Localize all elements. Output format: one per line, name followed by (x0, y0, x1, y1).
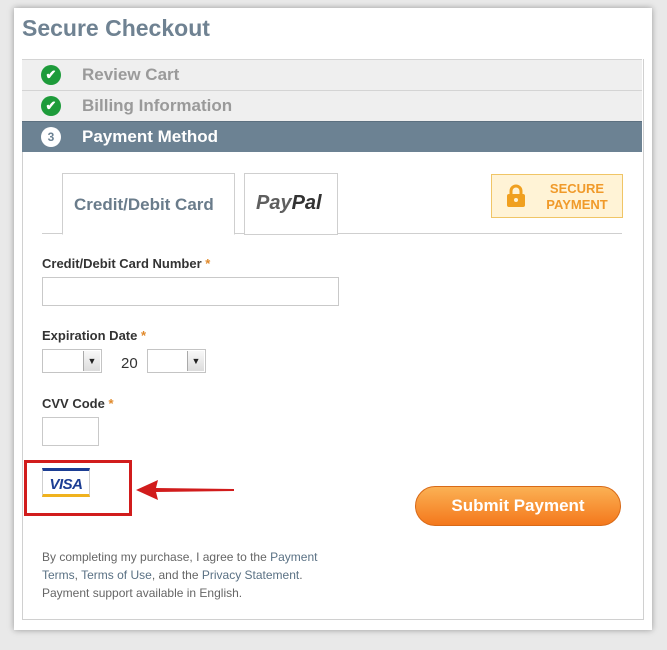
page-title: Secure Checkout (22, 15, 210, 41)
tab-paypal[interactable]: PayPal (244, 173, 338, 235)
secure-label: SECURE (549, 181, 605, 196)
submit-payment-button[interactable]: Submit Payment (415, 486, 621, 526)
chevron-down-icon: ▼ (83, 351, 100, 371)
support-text: Payment support available in English. (42, 586, 243, 600)
cvv-input[interactable] (42, 417, 99, 446)
expiration-date-label: Expiration Date * (42, 328, 147, 343)
check-icon: ✔ (41, 96, 61, 116)
arrow-icon (136, 480, 234, 500)
step-label: Billing Information (82, 96, 233, 115)
tab-label: Credit/Debit Card (74, 195, 214, 214)
privacy-statement-link[interactable]: Privacy Statement (202, 568, 299, 582)
terms-of-use-link[interactable]: Terms of Use (81, 568, 152, 582)
step-label: Payment Method (82, 127, 219, 146)
legal-text: By completing my purchase, I agree to th… (42, 550, 318, 600)
expiration-month-select[interactable]: ▼ (42, 349, 102, 373)
cvv-label: CVV Code * (42, 396, 114, 411)
year-prefix: 20 (121, 355, 138, 372)
card-number-label: Credit/Debit Card Number * (42, 256, 211, 271)
card-number-input[interactable] (42, 277, 339, 306)
expiration-year-select[interactable]: ▼ (147, 349, 206, 373)
lock-icon (507, 184, 525, 207)
chevron-down-icon: ▼ (187, 351, 204, 371)
payment-label: PAYMENT (546, 197, 608, 212)
step-payment-method: 3 Payment Method (22, 121, 642, 152)
step-number-badge: 3 (41, 127, 61, 147)
secure-payment-badge: SECURE PAYMENT (491, 174, 623, 218)
step-label: Review Cart (82, 65, 180, 84)
tab-credit-debit-card[interactable]: Credit/Debit Card (62, 173, 235, 235)
paypal-logo: PayPal (256, 192, 322, 214)
step-review-cart[interactable]: ✔ Review Cart (22, 59, 642, 90)
check-icon: ✔ (41, 65, 61, 85)
visa-logo: VISA (42, 468, 90, 497)
step-billing-information[interactable]: ✔ Billing Information (22, 90, 642, 121)
